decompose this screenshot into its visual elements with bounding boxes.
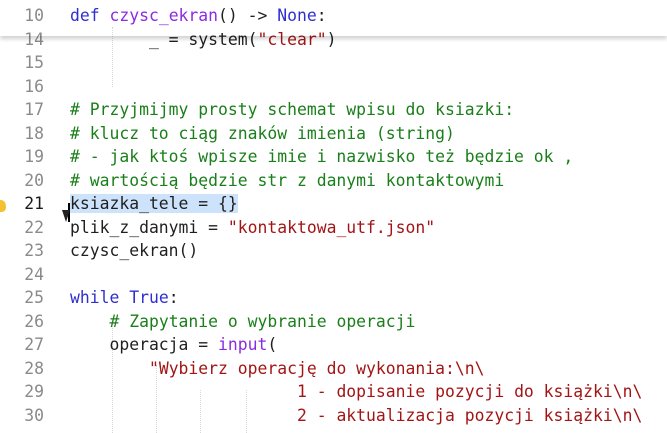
line-number: 10 [24,6,44,25]
lightbulb-icon[interactable] [0,200,6,212]
code-token: "Wybierz operację do wykonania:\n\ [148,358,485,378]
line-number: 19 [24,147,44,166]
line-number: 24 [24,264,44,284]
code-line[interactable]: 24 [0,263,667,287]
code-text: _ = system("clear") [70,28,337,52]
code-token: True [129,288,169,307]
code-line[interactable]: 29 1 - dopisanie pozycji do książki\n\ [0,380,667,404]
code-line[interactable]: 30 2 - aktualizacja pozycji książki\n\ [0,404,667,428]
mouse-pointer-icon [62,210,70,222]
line-number: 22 [24,217,44,237]
code-line[interactable]: 28 "Wybierz operację do wykonania:\n\ [0,357,667,381]
line-number: 21 [24,194,44,213]
code-token: operacja = [70,335,219,354]
code-line[interactable]: 23 czysc_ekran() [0,239,667,263]
code-token: input [218,335,268,354]
code-text: plik_z_danymi = "kontaktowa_utf.json" [70,216,435,240]
code-token: def [70,6,100,25]
code-text: # klucz to ciąg znaków imienia (string) [70,122,455,146]
code-token: while [70,288,120,307]
line-number: 23 [24,241,44,260]
code-text: # Przyjmijmy prosty schemat wpisu do ksi… [70,98,514,122]
code-text: def czysc_ekran() -> None: [70,4,327,28]
code-token: : [316,6,327,25]
code-token: # klucz to ciąg znaków imienia (string) [70,123,455,143]
code-token: czysc_ekran [109,6,219,25]
code-editor[interactable]: 30 2 - aktualizacja pozycji książki\n\ 29… [0,0,667,433]
code-line[interactable]: 16 [0,75,667,99]
code-text: # Zapytanie o wybranie operacji [70,310,415,334]
line-number: 17 [24,100,44,119]
code-token: 1 - dopisanie pozycji do książki\n\ [296,382,643,401]
code-token: # wartością będzie str z danymi kontakto… [70,170,505,190]
code-text: # - jak ktoś wpisze imie i nazwisko też … [70,145,573,169]
code-token: # - jak ktoś wpisze imie i nazwisko też … [70,147,574,166]
code-text: "Wybierz operację do wykonania:\n\ [70,357,485,381]
line-number: 27 [24,335,44,354]
code-text: 2 - aktualizacja pozycji książki\n\ [70,404,642,428]
line-number: 26 [24,311,44,331]
code-token: () -> [218,6,278,25]
code-token: 2 - aktualizacja pozycji książki\n\ [296,405,643,425]
code-token: ksiazka_tele = {} [70,194,238,213]
code-line[interactable]: 27 operacja = input( [0,333,667,357]
code-token: ) [326,29,337,49]
code-line[interactable]: 14 _ = system("clear") [0,28,667,52]
code-line[interactable]: 21 ksiazka_tele = {} [0,192,667,216]
code-line[interactable]: 18 # klucz to ciąg znaków imienia (string… [0,122,667,146]
code-token: # Przyjmijmy prosty schemat wpisu do ksi… [70,100,515,119]
code-line[interactable]: 25 while True: [0,286,667,310]
line-number: 16 [24,76,44,96]
code-token: "clear" [257,29,327,49]
code-token: plik_z_danymi = [70,217,228,237]
line-number: 20 [24,170,44,190]
code-text: # wartością będzie str z danymi kontakto… [70,169,504,193]
line-number: 30 [24,405,44,425]
line-number: 25 [24,288,44,307]
line-number: 18 [24,123,44,143]
code-line[interactable]: 26 # Zapytanie o wybranie operacji [0,310,667,334]
code-token: "kontaktowa_utf.json" [227,217,436,237]
code-line[interactable]: 19 # - jak ktoś wpisze imie i nazwisko te… [0,145,667,169]
code-text: while True: [70,286,179,310]
code-line[interactable]: 10 def czysc_ekran() -> None: [0,4,667,28]
line-number: 29 [24,382,44,401]
code-text: 1 - dopisanie pozycji do książki\n\ [70,380,642,404]
code-token: # Zapytanie o wybranie operacji [109,311,416,331]
code-text: ksiazka_tele = {} [70,192,238,216]
line-number: 28 [24,358,44,378]
code-text: operacja = input( [70,333,277,357]
code-line[interactable]: 22 plik_z_danymi = "kontaktowa_utf.json" [0,216,667,240]
code-line[interactable]: 17 # Przyjmijmy prosty schemat wpisu do k… [0,98,667,122]
code-token: None [277,6,317,25]
code-text: czysc_ekran() [70,239,198,263]
code-token: _ = system( [70,29,258,49]
line-number: 14 [24,29,44,49]
line-number: 15 [24,53,44,72]
code-line[interactable]: 15 [0,51,667,75]
code-line[interactable]: 20 # wartością będzie str z danymi kontak… [0,169,667,193]
code-token: : [168,288,179,307]
code-token: ( [267,335,278,354]
code-token: czysc_ekran() [70,241,199,260]
